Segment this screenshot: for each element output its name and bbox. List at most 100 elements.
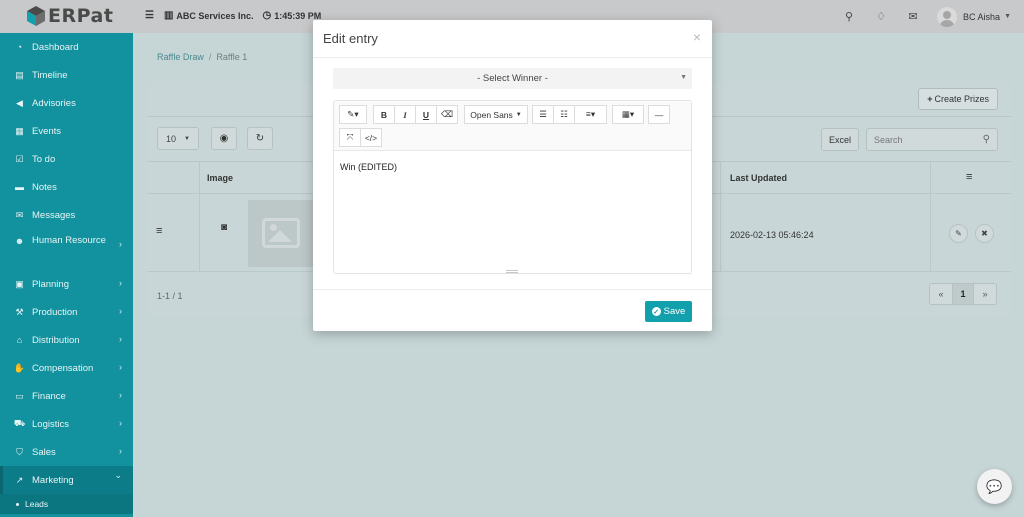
underline-icon: U — [422, 109, 430, 120]
close-icon[interactable]: × — [693, 29, 701, 45]
brand-name: ERPat — [48, 5, 114, 27]
search-icon[interactable]: ⚲ — [833, 10, 865, 23]
delete-button[interactable]: ✖ — [975, 224, 994, 243]
excel-button[interactable]: Excel — [821, 128, 859, 151]
style-button[interactable]: ✎▾ — [339, 105, 367, 124]
winner-select[interactable]: - Select Winner - ▼ — [333, 68, 692, 89]
chevron-right-icon: › — [119, 278, 122, 288]
sidebar-item-advisories[interactable]: ◀ Advisories — [0, 89, 133, 117]
expand-icon: ⤧ — [346, 132, 354, 142]
avatar[interactable] — [937, 6, 958, 27]
chevron-right-icon: › — [119, 306, 122, 316]
sidebar-item-label: Events — [32, 125, 62, 137]
clear-format-button[interactable]: ⌫ — [436, 105, 458, 124]
fullscreen-button[interactable]: ⤧ — [339, 128, 361, 147]
caret-down-icon: ▼ — [184, 135, 190, 142]
sidebar-item-events[interactable]: ▦ Events — [0, 117, 133, 145]
chevron-right-icon: › — [119, 418, 122, 428]
code-view-button[interactable]: </> — [360, 128, 382, 147]
sidebar-item-marketing[interactable]: ↗ Marketing ⌄ — [0, 466, 133, 494]
column-header-last-updated[interactable]: Last Updated — [730, 173, 787, 183]
refresh-button[interactable]: ↻ — [247, 127, 273, 150]
envelope-icon[interactable]: ✉ — [897, 10, 929, 23]
underline-button[interactable]: U — [415, 105, 437, 124]
menu-icon[interactable]: ☰ — [145, 10, 154, 21]
chat-button[interactable]: 💬 — [977, 469, 1012, 504]
sidebar-item-label: Sales — [32, 446, 56, 458]
sidebar-item-production[interactable]: ⚒ Production › — [0, 298, 133, 326]
user-name[interactable]: BC Aisha — [963, 12, 1000, 22]
sidebar-subitem-leads[interactable]: Leads — [0, 494, 133, 514]
editor-resize-handle[interactable] — [506, 270, 518, 273]
money-icon: ▭ — [15, 390, 24, 401]
bell-icon[interactable]: ♢ — [865, 10, 897, 23]
modal-footer-divider — [313, 289, 712, 290]
italic-button[interactable]: I — [394, 105, 416, 124]
table-icon: ▦▾ — [621, 109, 635, 119]
sidebar-item-label: Logistics — [32, 418, 69, 430]
sidebar-item-timeline[interactable]: ▤ Timeline — [0, 61, 133, 89]
pagination-next-button[interactable]: » — [974, 284, 996, 304]
brand-logo[interactable]: ERPat — [26, 4, 113, 28]
sidebar-item-finance[interactable]: ▭ Finance › — [0, 382, 133, 410]
sidebar-item-human-resource[interactable]: ☻ Human Resource › — [0, 229, 133, 270]
pagination-prev-button[interactable]: « — [930, 284, 952, 304]
font-family-select[interactable]: Open Sans ▼ — [464, 105, 528, 124]
breadcrumb-separator: / — [208, 52, 212, 62]
sidebar-item-messages[interactable]: ✉ Messages — [0, 201, 133, 229]
magic-wand-icon: ✎▾ — [347, 109, 359, 119]
company-name[interactable]: ABC Services Inc. — [176, 11, 253, 21]
close-icon: ✖ — [981, 229, 988, 238]
table-button[interactable]: ▦▾ — [612, 105, 644, 124]
page-size-value: 10 — [166, 133, 177, 144]
list-ol-icon: ☷ — [560, 109, 568, 119]
drag-handle-icon[interactable]: ≡ — [156, 225, 162, 237]
pagination-page-button[interactable]: 1 — [952, 284, 974, 304]
breadcrumb-parent[interactable]: Raffle Draw — [157, 52, 204, 62]
sidebar-item-label: Human Resource — [32, 235, 106, 246]
create-prizes-button[interactable]: + Create Prizes — [918, 88, 998, 110]
search-input[interactable]: Search ⚲ — [866, 128, 998, 151]
caret-down-icon: ▼ — [680, 74, 687, 81]
search-placeholder: Search — [874, 134, 903, 145]
ordered-list-button[interactable]: ☷ — [553, 105, 575, 124]
editor-toolbar: ✎▾ B I U ⌫ Open Sans ▼ ☰ ☷ ≡▾ ▦▾ — ⤧ </> — [334, 101, 691, 151]
sidebar-item-label: Distribution — [32, 334, 80, 346]
sidebar-item-notes[interactable]: ▬ Notes — [0, 173, 133, 201]
caret-down-icon[interactable]: ▼ — [1004, 13, 1011, 20]
edit-button[interactable]: ✎ — [949, 224, 968, 243]
sidebar-subitem-label: Leads — [25, 499, 49, 509]
column-header-image[interactable]: Image — [207, 173, 233, 183]
bold-icon: B — [380, 109, 388, 120]
chevron-right-icon: › — [119, 334, 122, 344]
modal-title: Edit entry — [323, 31, 378, 46]
sidebar-item-logistics[interactable]: ⛟ Logistics › — [0, 410, 133, 438]
horizontal-rule-button[interactable]: — — [648, 105, 670, 124]
timeline-icon: ▤ — [15, 69, 24, 80]
create-prizes-label: Create Prizes — [934, 94, 989, 104]
camera-icon[interactable]: ◙ — [221, 222, 227, 233]
chevron-right-icon: › — [119, 390, 122, 400]
sidebar: ◔ Dashboard ▤ Timeline ◀ Advisories ▦ Events ☑ To… — [0, 33, 133, 517]
editor-content[interactable]: Win (EDITED) — [340, 162, 397, 172]
paragraph-align-button[interactable]: ≡▾ — [574, 105, 607, 124]
unordered-list-button[interactable]: ☰ — [532, 105, 554, 124]
sidebar-item-dashboard[interactable]: ◔ Dashboard — [0, 33, 133, 61]
sidebar-item-planning[interactable]: ▣ Planning › — [0, 270, 133, 298]
table-toolbar: 10 ▼ ◉ ↻ — [157, 127, 283, 150]
save-button[interactable]: ✓ Save — [645, 301, 692, 322]
top-right-icons: ⚲ ♢ ✉ BC Aisha ▼ — [833, 0, 1024, 33]
sidebar-item-compensation[interactable]: ✋ Compensation › — [0, 354, 133, 382]
logo-cube-icon — [27, 6, 45, 26]
list-ul-icon: ☰ — [539, 109, 547, 119]
sidebar-item-sales[interactable]: ⛉ Sales › — [0, 438, 133, 466]
winner-select-value: - Select Winner - — [477, 73, 548, 84]
sidebar-item-to-do[interactable]: ☑ To do — [0, 145, 133, 173]
column-menu-icon[interactable]: ≡ — [966, 171, 972, 183]
truck-icon: ⛟ — [13, 418, 26, 428]
bold-button[interactable]: B — [373, 105, 395, 124]
sidebar-item-distribution[interactable]: ⌂ Distribution › — [0, 326, 133, 354]
page-size-select[interactable]: 10 ▼ — [157, 127, 199, 150]
plus-icon: + — [927, 94, 933, 104]
toggle-columns-button[interactable]: ◉ — [211, 127, 237, 150]
